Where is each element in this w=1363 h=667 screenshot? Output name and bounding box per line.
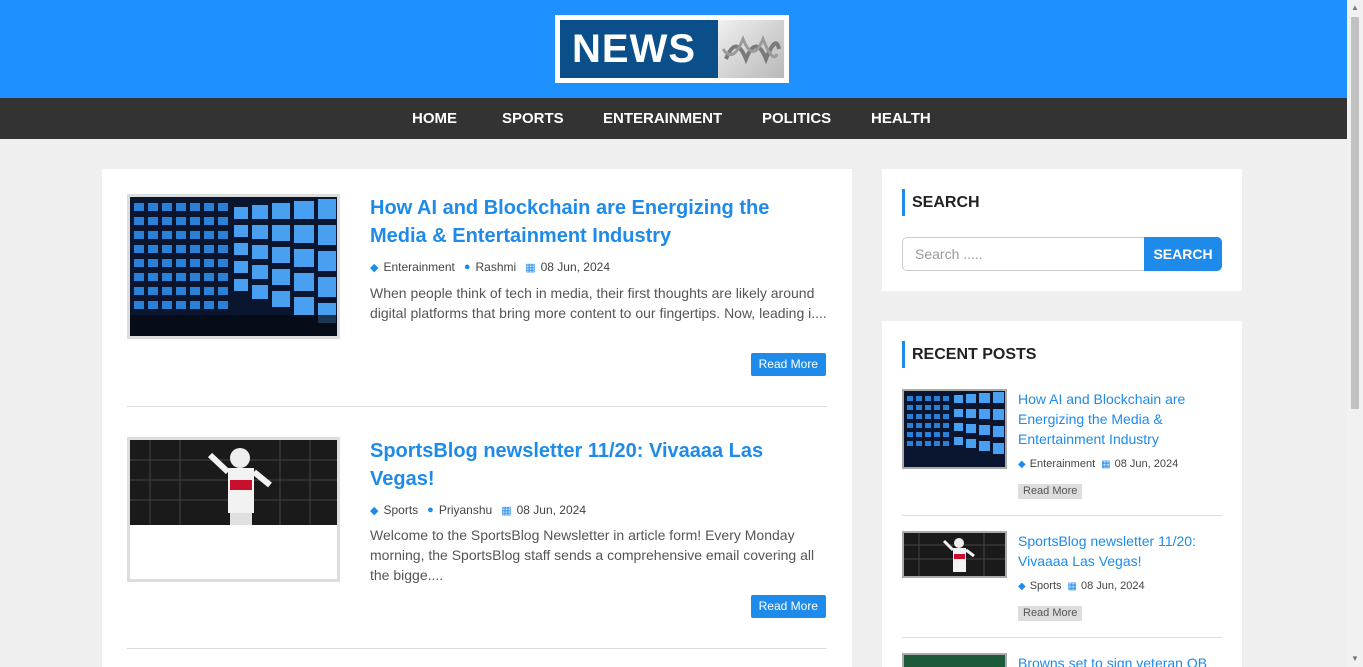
recent-post-thumbnail[interactable] (902, 653, 1007, 667)
search-input[interactable]: Search ..... (902, 237, 1145, 271)
recent-post-title[interactable]: SportsBlog newsletter 11/20: Vivaaaa Las… (1018, 531, 1208, 571)
logo-inner: NEWS (560, 20, 784, 78)
recent-post-title[interactable]: Browns set to sign veteran QB (1018, 653, 1208, 667)
nav-item-politics[interactable]: POLITICS (762, 98, 831, 139)
nav-item-entertainment[interactable]: ENTERAINMENT (603, 98, 722, 139)
scrollbar-thumb[interactable] (1351, 17, 1359, 409)
logo-text: NEWS (572, 26, 696, 71)
search-button[interactable]: SEARCH (1144, 237, 1222, 271)
widget-title: SEARCH (902, 189, 980, 216)
recent-post-thumbnail[interactable] (902, 531, 1007, 578)
calendar-icon: ▦ (1101, 458, 1111, 470)
recent-post-category[interactable]: Sports (1030, 580, 1062, 592)
nav-item-health[interactable]: HEALTH (871, 98, 931, 139)
tag-icon: ◆ (1018, 458, 1026, 470)
site-header: NEWS (0, 0, 1347, 98)
nav-item-home[interactable]: HOME (412, 98, 457, 139)
post-list: How AI and Blockchain are Energizing the… (102, 169, 852, 667)
tag-icon: ◆ (370, 261, 379, 274)
post-excerpt: When people think of tech in media, thei… (370, 285, 827, 321)
post-category[interactable]: Sports (383, 503, 418, 517)
recent-post-item: Browns set to sign veteran QB (902, 653, 1222, 667)
recent-post-meta: ◆ Sports ▦ 08 Jun, 2024 (1018, 580, 1151, 592)
post-divider (127, 406, 827, 407)
recent-post-date: 08 Jun, 2024 (1114, 458, 1179, 470)
nav-item-sports[interactable]: SPORTS (502, 98, 564, 139)
post-date: 08 Jun, 2024 (516, 503, 586, 517)
recent-post-divider (902, 515, 1222, 516)
read-more-button[interactable]: Read More (750, 595, 826, 618)
recent-read-more-button[interactable]: Read More (1018, 606, 1083, 621)
post-title[interactable]: SportsBlog newsletter 11/20: Vivaaaa Las… (370, 437, 810, 493)
calendar-icon: ▦ (525, 261, 536, 274)
post-card: How AI and Blockchain are Energizing the… (127, 194, 827, 384)
post-meta: ◆ Enterainment ● Rashmi ▦ 08 Jun, 2024 (370, 260, 619, 274)
post-excerpt: Welcome to the SportsBlog Newsletter in … (370, 527, 815, 583)
abc-logo-icon (718, 20, 784, 78)
post-author[interactable]: Priyanshu (439, 503, 492, 517)
widget-title: RECENT POSTS (902, 341, 1036, 368)
tag-icon: ◆ (370, 504, 379, 517)
scroll-up-icon[interactable]: ▲ (1350, 3, 1360, 12)
calendar-icon: ▦ (501, 504, 512, 517)
post-card: SportsBlog newsletter 11/20: Vivaaaa Las… (127, 437, 827, 627)
post-thumbnail[interactable] (127, 437, 340, 582)
recent-post-divider (902, 637, 1222, 638)
page-scrollbar[interactable]: ▲ ▼ (1347, 0, 1363, 667)
recent-post-item: SportsBlog newsletter 11/20: Vivaaaa Las… (902, 531, 1222, 631)
recent-read-more-button[interactable]: Read More (1018, 484, 1083, 499)
site-logo[interactable]: NEWS (555, 15, 789, 83)
search-widget: SEARCH Search ..... SEARCH (882, 169, 1242, 291)
post-title[interactable]: How AI and Blockchain are Energizing the… (370, 194, 810, 250)
recent-post-date: 08 Jun, 2024 (1080, 580, 1145, 592)
recent-post-category[interactable]: Enterainment (1030, 458, 1095, 470)
tag-icon: ◆ (1018, 580, 1026, 592)
calendar-icon: ▦ (1067, 580, 1077, 592)
post-category[interactable]: Enterainment (383, 260, 454, 274)
post-divider (127, 648, 827, 649)
scroll-down-icon[interactable]: ▼ (1350, 654, 1360, 663)
main-nav: HOME SPORTS ENTERAINMENT POLITICS HEALTH (0, 98, 1347, 139)
post-thumbnail[interactable] (127, 194, 340, 339)
recent-post-thumbnail[interactable] (902, 389, 1007, 469)
recent-post-meta: ◆ Enterainment ▦ 08 Jun, 2024 (1018, 458, 1184, 470)
recent-post-title[interactable]: How AI and Blockchain are Energizing the… (1018, 389, 1208, 449)
user-icon: ● (463, 261, 471, 273)
post-author[interactable]: Rashmi (476, 260, 517, 274)
post-meta: ◆ Sports ● Priyanshu ▦ 08 Jun, 2024 (370, 503, 595, 517)
read-more-button[interactable]: Read More (750, 353, 826, 376)
user-icon: ● (427, 504, 434, 516)
recent-posts-widget: RECENT POSTS How AI and Blockchain are E… (882, 321, 1242, 667)
recent-post-item: How AI and Blockchain are Energizing the… (902, 389, 1222, 499)
post-date: 08 Jun, 2024 (540, 260, 610, 274)
